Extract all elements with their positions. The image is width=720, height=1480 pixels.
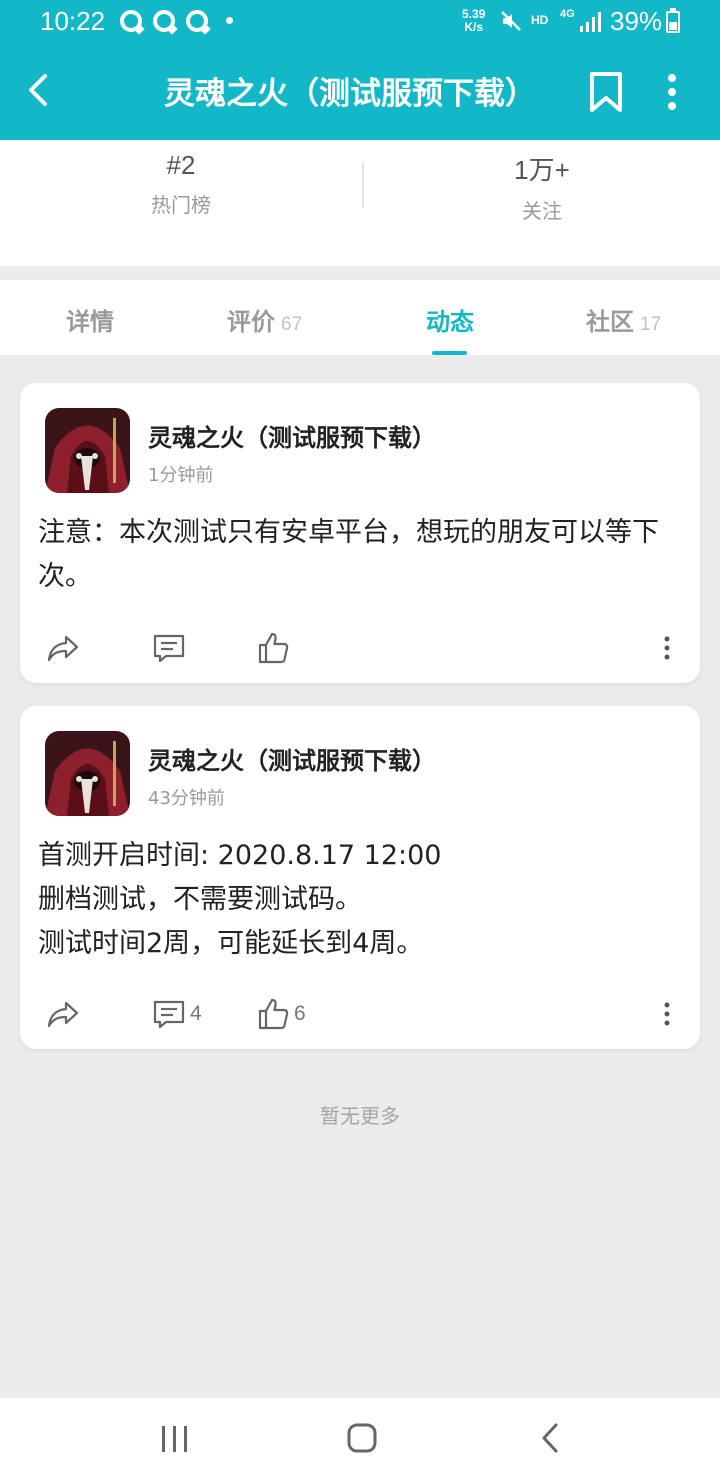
chevron-left-icon[interactable] (18, 68, 62, 112)
like-button[interactable] (256, 628, 294, 668)
battery-icon (666, 8, 680, 33)
share-icon (47, 635, 79, 662)
signal-icon (580, 12, 601, 32)
game-avatar[interactable] (45, 408, 130, 493)
battery-level: 39% (610, 6, 663, 36)
post-time: 43分钟前 (148, 788, 225, 809)
like-button[interactable]: 6 (256, 994, 306, 1034)
more-vertical-icon[interactable] (652, 68, 692, 116)
tab-label: 社区 (586, 308, 634, 336)
post-card[interactable]: 灵魂之火（测试服预下载） 1分钟前 注意：本次测试只有安卓平台，想玩的朋友可以等… (20, 383, 700, 683)
tab-label: 详情 (66, 308, 114, 336)
follow-label: 关注 (522, 199, 562, 223)
recent-apps-icon[interactable] (158, 1424, 192, 1454)
post-body: 首测开启时间: 2020.8.17 12:00 删档测试，不需要测试码。 测试时… (38, 840, 442, 959)
post-time: 1分钟前 (148, 465, 214, 486)
post-author[interactable]: 灵魂之火（测试服预下载） (148, 741, 436, 776)
tab-bar: 详情 评价 67 动态 社区 17 (0, 280, 720, 355)
post-body: 注意：本次测试只有安卓平台，想玩的朋友可以等下次。 (38, 517, 659, 592)
tab-count: 67 (281, 314, 303, 335)
thumbs-up-icon (258, 998, 289, 1030)
post-author[interactable]: 灵魂之火（测试服预下载） (148, 418, 436, 453)
system-nav-bar (0, 1398, 720, 1480)
more-vertical-icon (664, 1002, 670, 1026)
follow-stat[interactable]: 1万+ 关注 (432, 150, 652, 224)
status-time: 10:22 (40, 6, 106, 36)
tab-label: 动态 (426, 308, 474, 336)
comment-icon (153, 634, 185, 663)
game-stats: #2 热门榜 1万+ 关注 (0, 140, 720, 266)
home-icon[interactable] (346, 1422, 378, 1454)
no-more-text: 暂无更多 (320, 1104, 400, 1128)
comment-button[interactable] (152, 628, 190, 668)
game-avatar[interactable] (45, 731, 130, 816)
mute-icon (501, 11, 521, 31)
tab-count: 17 (640, 314, 662, 335)
tab-reviews[interactable]: 评价 67 (227, 302, 302, 337)
like-count: 6 (294, 1002, 306, 1025)
active-tab-indicator (432, 351, 467, 355)
post-more-button[interactable] (650, 994, 684, 1034)
qq-notification-icon (186, 10, 208, 32)
status-bar: 10:22 5.39 K/s HD 4G 39% (0, 0, 720, 44)
rank-label: 热门榜 (151, 193, 211, 217)
post-actions: 4 6 (20, 994, 700, 1034)
share-button[interactable] (46, 994, 80, 1034)
rank-stat[interactable]: #2 热门榜 (71, 150, 291, 218)
qq-notification-icon (120, 10, 142, 32)
qq-notification-icon (153, 10, 175, 32)
share-button[interactable] (46, 628, 80, 668)
comment-icon (153, 1000, 185, 1029)
divider (362, 162, 364, 208)
more-notifications-icon (226, 17, 233, 24)
tab-details[interactable]: 详情 (66, 302, 114, 337)
rank-value: #2 (166, 150, 196, 180)
post-actions (20, 628, 700, 668)
app-bar: 灵魂之火（测试服预下载） (0, 44, 720, 140)
comment-button[interactable]: 4 (152, 994, 202, 1034)
tab-updates[interactable]: 动态 (426, 302, 474, 337)
page-title: 灵魂之火（测试服预下载） (164, 76, 536, 112)
thumbs-up-icon (258, 632, 289, 664)
post-card[interactable]: 灵魂之火（测试服预下载） 43分钟前 首测开启时间: 2020.8.17 12:… (20, 706, 700, 1049)
more-vertical-icon (664, 636, 670, 660)
net-speed: 5.39 K/s (462, 8, 485, 34)
tab-label: 评价 (227, 308, 275, 336)
follow-value: 1万+ (514, 155, 570, 185)
network-type: 4G (560, 8, 575, 20)
post-more-button[interactable] (650, 628, 684, 668)
share-icon (47, 1001, 79, 1028)
bookmark-icon[interactable] (584, 68, 628, 116)
back-icon[interactable] (536, 1422, 564, 1454)
net-speed-unit: K/s (464, 20, 484, 34)
hd-indicator: HD (531, 13, 549, 27)
comment-count: 4 (190, 1002, 202, 1025)
tab-community[interactable]: 社区 17 (586, 302, 661, 337)
